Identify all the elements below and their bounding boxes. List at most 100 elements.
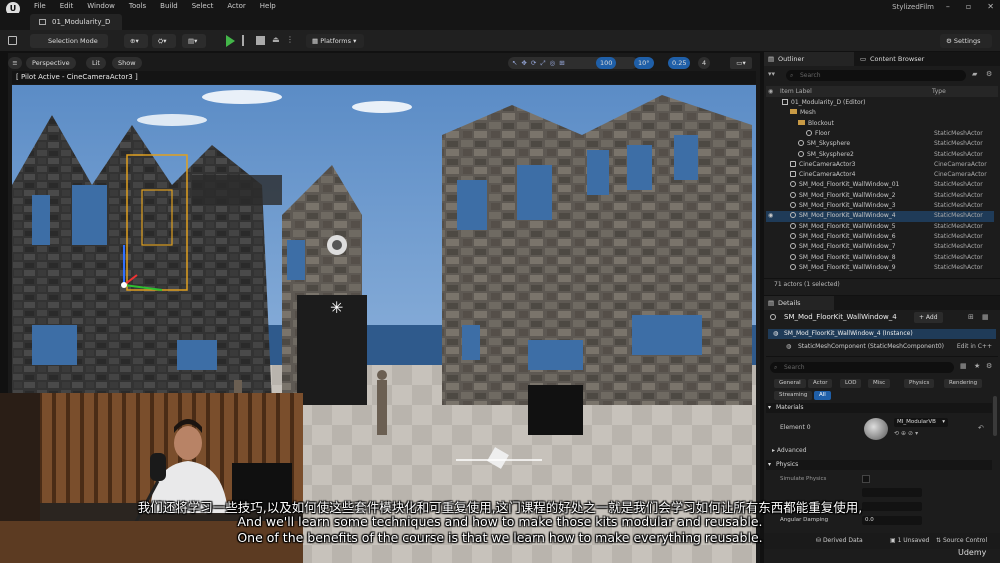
filter-icon[interactable]: ▾▾ [768, 70, 775, 78]
outliner-row[interactable]: Mesh [766, 108, 994, 118]
show-button[interactable]: Show [112, 57, 142, 69]
outliner-row[interactable]: CineCameraActor4 CineCameraActor [766, 170, 994, 180]
grid-view-icon[interactable]: ▦ [982, 313, 989, 321]
visibility-icon[interactable]: ◉ [768, 211, 773, 221]
selection-mode-button[interactable]: Selection Mode ▾ [30, 34, 108, 59]
play-icon[interactable] [226, 35, 235, 47]
rotation-snap-toggle[interactable]: 10° [634, 57, 654, 69]
tab-level[interactable]: 01_Modularity_D [30, 14, 123, 30]
filter-rendering[interactable]: Rendering [944, 379, 983, 388]
blueprint-icon[interactable]: ⊞ [968, 313, 974, 321]
add-actor-button[interactable]: ⊕▾ [124, 34, 148, 48]
advanced-toggle[interactable]: ▸ Advanced [772, 447, 807, 454]
table-view-icon[interactable]: ▦ [960, 362, 967, 370]
menu-file[interactable]: File [34, 2, 46, 10]
menu-window[interactable]: Window [87, 2, 115, 10]
edit-in-cpp-link[interactable]: Edit in C++ [957, 342, 992, 352]
filter-streaming[interactable]: Streaming [774, 391, 813, 400]
outliner-row[interactable]: Floor StaticMeshActor [766, 129, 994, 139]
menu-bar: U File Edit Window Tools Build Select Actor Hel… [0, 0, 1000, 16]
add-component-button[interactable]: + Add [914, 312, 943, 323]
filter-actor[interactable]: Actor [808, 379, 833, 388]
outliner-row[interactable]: Blockout [766, 119, 994, 129]
filter-general[interactable]: General [774, 379, 806, 388]
outliner-row[interactable]: SM_Mod_FloorKit_WallWindow_7 StaticMeshAc… [766, 242, 994, 252]
lit-button[interactable]: Lit [86, 57, 106, 69]
materials-section-header[interactable]: ▾ Materials [766, 403, 992, 413]
menu-tools[interactable]: Tools [129, 2, 146, 10]
outliner-row[interactable]: SM_Mod_FloorKit_WallWindow_6 StaticMeshAc… [766, 232, 994, 242]
material-select[interactable]: MI_ModularVB ▾ [894, 418, 948, 427]
outliner-row[interactable]: SM_Mod_FloorKit_WallWindow_2 StaticMeshAc… [766, 191, 994, 201]
mesh-icon [770, 314, 776, 320]
col-item-label[interactable]: Item Label [780, 86, 812, 97]
level-icon [39, 19, 46, 25]
search-icon: ⌕ [774, 364, 778, 371]
folder-add-icon[interactable]: ▰ [972, 70, 977, 78]
outliner-row[interactable]: 01_Modularity_D (Editor) [766, 98, 994, 108]
outliner-row[interactable]: SM_Skysphere StaticMeshActor [766, 139, 994, 149]
outliner-row[interactable]: SM_Mod_FloorKit_WallWindow_8 StaticMeshAc… [766, 253, 994, 263]
details-search-input[interactable]: ⌕ Search [770, 362, 954, 373]
maximize-icon[interactable]: ▫ [966, 2, 971, 11]
simulate-physics-checkbox[interactable] [862, 475, 870, 483]
visibility-icon[interactable]: ◉ [768, 86, 773, 97]
stop-icon[interactable] [256, 36, 265, 45]
scale-snap-toggle[interactable]: 0.25 [668, 57, 691, 69]
layout-icon[interactable]: ▭▾ [730, 57, 752, 69]
material-actions-icon[interactable]: ⟲⊕⊘▾ [894, 430, 920, 437]
menu-help[interactable]: Help [260, 2, 276, 10]
settings-gear-icon[interactable]: ⚙ [986, 70, 992, 78]
platforms-button[interactable]: ▦ Platforms ▾ [306, 34, 364, 48]
physics-section-header[interactable]: ▾ Physics [766, 460, 992, 470]
col-type[interactable]: Type [932, 86, 946, 97]
transform-tools[interactable]: ↖✥⟳⤢◎⊞ [508, 57, 638, 69]
outliner-row-label: SM_Mod_FloorKit_WallWindow_2 [799, 191, 896, 199]
material-thumbnail[interactable] [864, 418, 888, 440]
filter-physics[interactable]: Physics [904, 379, 935, 388]
close-icon[interactable]: ✕ [987, 2, 994, 11]
outliner-row[interactable]: SM_Mod_FloorKit_WallWindow_01 StaticMeshA… [766, 180, 994, 190]
filter-misc[interactable]: Misc [868, 379, 891, 388]
outliner-row[interactable]: SM_Skysphere2 StaticMeshActor [766, 150, 994, 160]
component-instance-row[interactable]: ◍ SM_Mod_FloorKit_WallWindow_4 (Instance… [768, 329, 996, 339]
mass-field[interactable] [862, 488, 922, 497]
menu-actor[interactable]: Actor [227, 2, 245, 10]
camera-speed-button[interactable]: 4 [698, 57, 711, 69]
menu-select[interactable]: Select [192, 2, 214, 10]
eject-icon[interactable]: ⏏ [272, 35, 280, 44]
tab-content-browser[interactable]: ▭ Content Browser [856, 52, 930, 66]
menu-edit[interactable]: Edit [60, 2, 74, 10]
save-icon[interactable] [8, 36, 17, 45]
tab-outliner[interactable]: ▤ Outliner [764, 52, 854, 66]
filter-lod[interactable]: LOD [840, 379, 862, 388]
details-scrollbar[interactable] [993, 396, 997, 436]
minimize-icon[interactable]: – [946, 2, 950, 11]
outliner-row[interactable]: SM_Mod_FloorKit_WallWindow_9 StaticMeshAc… [766, 263, 994, 273]
blueprint-button[interactable]: ⛭▾ [152, 34, 176, 48]
outliner-row[interactable]: SM_Mod_FloorKit_WallWindow_3 StaticMeshAc… [766, 201, 994, 211]
outliner-row[interactable]: CineCameraActor3 CineCameraActor [766, 160, 994, 170]
cinematics-button[interactable]: ▤▾ [182, 34, 206, 48]
details-divider [766, 356, 998, 357]
component-row[interactable]: ◍ StaticMeshComponent (StaticMeshCompone… [768, 342, 996, 352]
outliner-row[interactable]: ◉ SM_Mod_FloorKit_WallWindow_4 StaticMeshA… [766, 211, 994, 222]
outliner-row-type: StaticMeshActor [934, 253, 983, 261]
reset-icon[interactable]: ↶ [978, 424, 984, 432]
advance-frame-icon[interactable] [242, 35, 252, 46]
perspective-button[interactable]: Perspective [26, 57, 76, 69]
outliner-search-input[interactable]: ⌕ Search [786, 70, 966, 81]
grid-snap-toggle[interactable]: 100 [596, 57, 617, 69]
settings-gear-icon[interactable]: ⚙ [986, 362, 992, 370]
menu-build[interactable]: Build [160, 2, 178, 10]
hamburger-icon[interactable]: ≡ [8, 57, 22, 69]
tab-details[interactable]: ▤ Details [764, 296, 834, 310]
filter-all[interactable]: All [814, 391, 831, 400]
outliner-row[interactable]: SM_Mod_FloorKit_WallWindow_5 StaticMeshAc… [766, 222, 994, 232]
component-icon: ◍ [786, 343, 792, 350]
settings-label: Settings [953, 37, 981, 45]
star-icon[interactable]: ★ [974, 362, 980, 370]
actor-name-field[interactable]: SM_Mod_FloorKit_WallWindow_4 [784, 313, 897, 321]
more-options-icon[interactable]: ⋮ [286, 35, 294, 44]
settings-button[interactable]: ⚙ Settings [940, 34, 992, 48]
